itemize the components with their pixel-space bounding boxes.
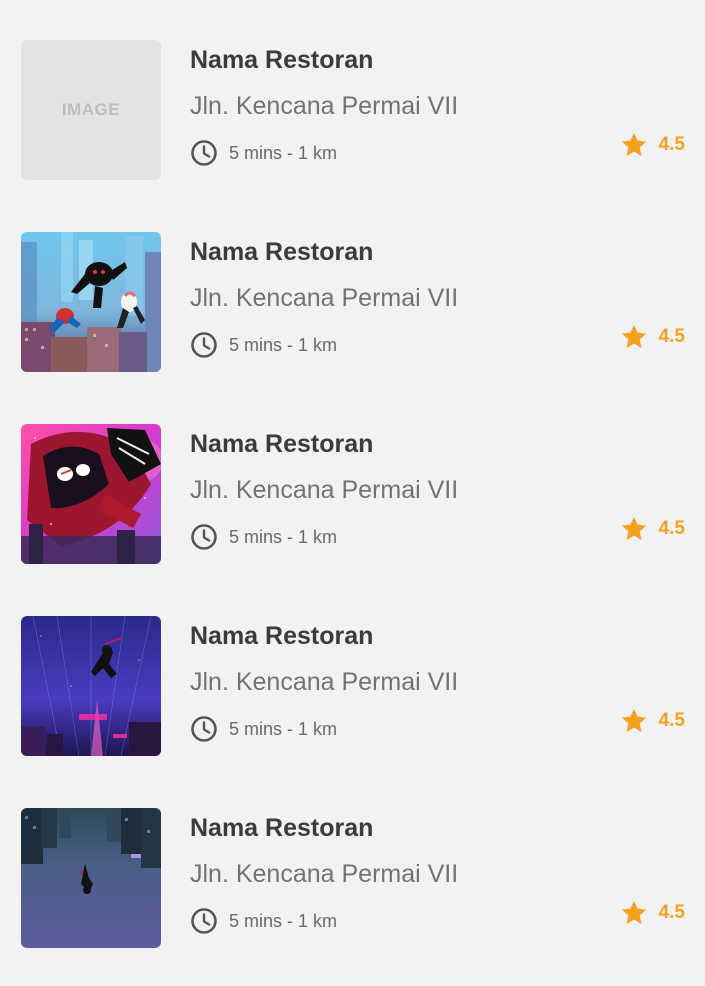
restaurant-image	[21, 232, 161, 372]
restaurant-meta: 5 mins - 1 km	[190, 715, 337, 743]
restaurant-image-placeholder: IMAGE	[21, 40, 161, 180]
rating: 4.5	[620, 515, 685, 543]
restaurant-address: Jln. Kencana Permai VII	[190, 860, 459, 888]
restaurant-image	[21, 808, 161, 948]
travel-time: 5 mins - 1 km	[229, 142, 338, 163]
star-icon	[621, 132, 646, 156]
restaurant-name: Nama Restoran	[190, 622, 374, 650]
restaurant-card[interactable]: Nama Restoran Jln. Kencana Permai VII 5 …	[0, 232, 705, 372]
clock-icon	[191, 524, 217, 550]
star-icon	[621, 900, 646, 924]
clock-icon	[191, 140, 217, 166]
clock-icon	[191, 332, 217, 358]
travel-time: 5 mins - 1 km	[229, 526, 338, 547]
star-icon	[621, 324, 646, 348]
image-placeholder-label: IMAGE	[61, 100, 121, 119]
restaurant-address: Jln. Kencana Permai VII	[190, 668, 459, 696]
restaurant-meta: 5 mins - 1 km	[190, 907, 337, 935]
rating: 4.5	[620, 131, 685, 159]
restaurant-name: Nama Restoran	[190, 430, 374, 458]
restaurant-image	[21, 424, 161, 564]
travel-time: 5 mins - 1 km	[229, 910, 338, 931]
rating-value: 4.5	[658, 518, 685, 539]
star-icon	[621, 516, 646, 540]
clock-icon	[191, 908, 217, 934]
restaurant-address: Jln. Kencana Permai VII	[190, 92, 459, 120]
restaurant-address: Jln. Kencana Permai VII	[190, 284, 459, 312]
rating: 4.5	[620, 707, 685, 735]
star-icon	[621, 708, 646, 732]
rating-value: 4.5	[658, 134, 685, 155]
restaurant-address: Jln. Kencana Permai VII	[190, 476, 459, 504]
restaurant-meta: 5 mins - 1 km	[190, 331, 337, 359]
restaurant-card[interactable]: Nama Restoran Jln. Kencana Permai VII 5 …	[0, 424, 705, 564]
rating-value: 4.5	[658, 326, 685, 347]
rating: 4.5	[620, 899, 685, 927]
restaurant-name: Nama Restoran	[190, 46, 374, 74]
restaurant-card[interactable]: Nama Restoran Jln. Kencana Permai VII 5 …	[0, 808, 705, 948]
restaurant-name: Nama Restoran	[190, 238, 374, 266]
restaurant-meta: 5 mins - 1 km	[190, 523, 337, 551]
travel-time: 5 mins - 1 km	[229, 334, 338, 355]
clock-icon	[191, 716, 217, 742]
rating-value: 4.5	[658, 902, 685, 923]
restaurant-card[interactable]: IMAGE Nama Restoran Jln. Kencana Permai …	[0, 40, 705, 180]
restaurant-name: Nama Restoran	[190, 814, 374, 842]
restaurant-list: IMAGE Nama Restoran Jln. Kencana Permai …	[0, 0, 705, 986]
restaurant-card[interactable]: Nama Restoran Jln. Kencana Permai VII 5 …	[0, 616, 705, 756]
rating-value: 4.5	[658, 710, 685, 731]
rating: 4.5	[620, 323, 685, 351]
restaurant-image	[21, 616, 161, 756]
restaurant-meta: 5 mins - 1 km	[190, 139, 337, 167]
travel-time: 5 mins - 1 km	[229, 718, 338, 739]
